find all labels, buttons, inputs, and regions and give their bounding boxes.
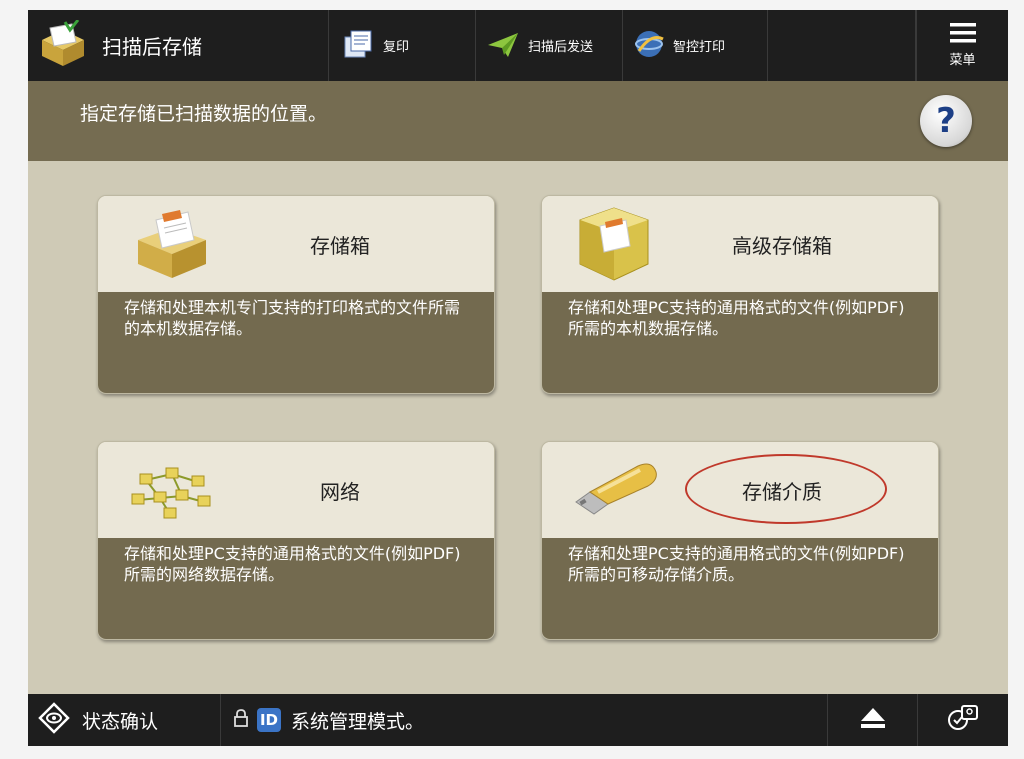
tab-scan-and-send[interactable]: 扫描后发送 — [476, 10, 623, 81]
option-description: 存储和处理PC支持的通用格式的文件(例如PDF)所需的本机数据存储。 — [542, 292, 938, 393]
instruction-bar: 指定存储已扫描数据的位置。 ? — [28, 81, 1008, 161]
option-advanced-storage-box[interactable]: 高级存储箱 存储和处理PC支持的通用格式的文件(例如PDF)所需的本机数据存储。 — [541, 195, 939, 394]
option-title: 高级存储箱 — [732, 234, 832, 258]
menu-button[interactable]: 菜单 — [916, 10, 1008, 81]
option-description: 存储和处理本机专门支持的打印格式的文件所需的本机数据存储。 — [98, 292, 494, 393]
option-header: 存储箱 — [98, 196, 494, 292]
device-panel: 扫描后存储 复印 扫描后发送 智控打印 菜单 指定存储已扫描数据的位置。 ? 存… — [28, 10, 1008, 746]
tab-scan-and-store[interactable]: 扫描后存储 — [28, 10, 329, 81]
advanced-storage-box-icon — [572, 202, 654, 290]
id-badge: ID — [257, 708, 281, 732]
option-title: 存储箱 — [310, 234, 370, 258]
option-header: 高级存储箱 — [542, 196, 938, 292]
top-bar: 扫描后存储 复印 扫描后发送 智控打印 菜单 — [28, 10, 1008, 81]
eject-icon — [859, 706, 887, 734]
lock-icon — [233, 708, 249, 732]
tab-scan-and-send-label: 扫描后发送 — [528, 40, 594, 55]
usb-drive-icon — [568, 458, 664, 526]
open-box-icon — [38, 18, 88, 72]
help-button[interactable]: ? — [920, 95, 972, 147]
menu-label: 菜单 — [949, 53, 976, 68]
option-header: 网络 — [98, 442, 494, 538]
option-description: 存储和处理PC支持的通用格式的文件(例如PDF)所需的可移动存储介质。 — [542, 538, 938, 639]
tab-copy[interactable]: 复印 — [329, 10, 476, 81]
tab-empty-slot — [768, 10, 916, 81]
tab-smart-print-label: 智控打印 — [673, 40, 726, 55]
status-eye-icon — [38, 702, 70, 738]
option-title: 存储介质 — [742, 480, 822, 504]
switch-user-icon — [946, 703, 980, 737]
system-admin-mode-label: 系统管理模式。 — [291, 710, 425, 733]
copy-documents-icon — [341, 27, 375, 65]
status-check-button[interactable]: 状态确认 — [28, 694, 221, 746]
bottom-bar: 状态确认 ID 系统管理模式。 — [28, 694, 1008, 746]
network-nodes-icon — [126, 460, 218, 526]
switch-user-button[interactable] — [917, 694, 1008, 746]
storage-box-icon — [132, 210, 212, 284]
option-storage-media[interactable]: 存储介质 存储和处理PC支持的通用格式的文件(例如PDF)所需的可移动存储介质。 — [541, 441, 939, 640]
instruction-text: 指定存储已扫描数据的位置。 — [80, 103, 328, 125]
system-admin-mode[interactable]: ID 系统管理模式。 — [221, 694, 827, 746]
option-network[interactable]: 网络 存储和处理PC支持的通用格式的文件(例如PDF)所需的网络数据存储。 — [97, 441, 495, 640]
globe-print-icon — [633, 27, 667, 65]
option-description: 存储和处理PC支持的通用格式的文件(例如PDF)所需的网络数据存储。 — [98, 538, 494, 639]
option-storage-box[interactable]: 存储箱 存储和处理本机专门支持的打印格式的文件所需的本机数据存储。 — [97, 195, 495, 394]
eject-button[interactable] — [827, 694, 917, 746]
question-mark-icon: ? — [936, 101, 956, 141]
tab-copy-label: 复印 — [383, 40, 410, 55]
option-header: 存储介质 — [542, 442, 938, 538]
tab-smart-print[interactable]: 智控打印 — [623, 10, 768, 81]
option-title: 网络 — [320, 480, 360, 504]
status-check-label: 状态确认 — [82, 710, 159, 733]
tab-scan-and-store-label: 扫描后存储 — [102, 35, 202, 59]
hamburger-menu-icon — [949, 23, 976, 47]
paper-plane-icon — [486, 29, 520, 63]
